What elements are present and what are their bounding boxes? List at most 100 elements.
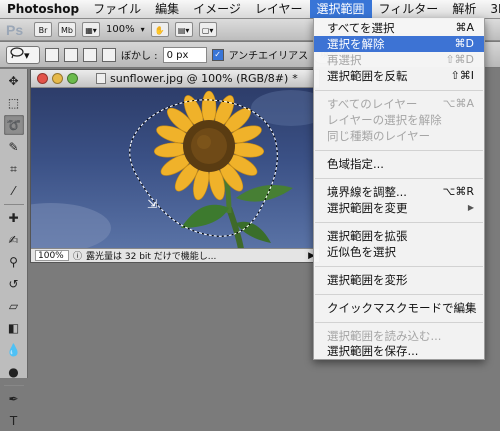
menu-item-label: すべてを選択 — [327, 21, 395, 35]
menu-layer[interactable]: レイヤー — [248, 0, 310, 18]
menu-filter[interactable]: フィルター — [372, 0, 446, 18]
menu-item-label: 近似色を選択 — [327, 245, 396, 259]
menu-file[interactable]: ファイル — [86, 0, 148, 18]
zoom-button[interactable] — [67, 73, 78, 84]
menu-item-label: クイックマスクモードで編集 — [327, 301, 477, 315]
move-icon[interactable]: ✥ — [4, 71, 24, 91]
menu-edit[interactable]: 編集 — [148, 0, 186, 18]
menu-item-shortcut: ⇧⌘D — [445, 53, 474, 66]
mini-bridge-button[interactable]: Mb — [58, 22, 76, 37]
document-titlebar[interactable]: sunflower.jpg @ 100% (RGB/8#) * — [31, 70, 319, 88]
sunflower-photo: ⇲ — [31, 90, 319, 249]
menu-3d[interactable]: 3D — [483, 0, 500, 18]
crop-icon[interactable]: ⌗ — [4, 159, 24, 179]
menu-item-select-all[interactable]: すべてを選択 ⌘A — [314, 20, 484, 36]
lasso-icon[interactable]: ➰ — [3, 115, 24, 135]
zoom-level[interactable]: 100% — [106, 24, 135, 35]
menu-item-label: レイヤーの選択を解除 — [327, 113, 442, 127]
menu-item-shortcut: ⌥⌘R — [442, 185, 474, 198]
menu-photoshop[interactable]: Photoshop — [0, 0, 86, 18]
antialias-label: アンチエイリアス — [228, 51, 309, 62]
brush-icon[interactable]: ✍ — [4, 230, 24, 250]
arrange-documents-button[interactable]: ▤▾ — [174, 22, 193, 37]
intersect-selection-button[interactable] — [102, 47, 116, 62]
eyedropper-icon[interactable]: ⁄ — [4, 181, 24, 201]
history-brush-icon[interactable]: ↺ — [4, 274, 24, 294]
menu-item-shortcut: ⌥⌘A — [442, 97, 474, 110]
screen-mode-button[interactable]: ▢▾ — [198, 22, 217, 37]
feather-label: ぼかし : — [121, 51, 158, 62]
menu-item-similar[interactable]: 近似色を選択 — [314, 244, 484, 260]
blur-icon[interactable]: 💧 — [4, 340, 24, 360]
menu-item-grow[interactable]: 選択範囲を拡張 — [314, 228, 484, 244]
menu-item-refine-edge[interactable]: 境界線を調整... ⌥⌘R — [314, 184, 484, 200]
chevron-down-icon[interactable]: ▾ — [141, 25, 145, 34]
menu-item-reselect: 再選択 ⇧⌘D — [314, 52, 484, 68]
menu-item-shortcut: ⌘A — [455, 21, 474, 34]
marquee-icon[interactable]: ⬚ — [4, 93, 24, 113]
modified-mark: * — [292, 72, 298, 85]
pen-icon[interactable]: ✒ — [4, 389, 24, 409]
menu-divider — [315, 150, 483, 151]
new-selection-button[interactable] — [45, 47, 59, 62]
antialias-checkbox[interactable]: ✓ — [211, 48, 224, 61]
quick-select-icon[interactable]: ✎ — [4, 137, 24, 157]
gradient-icon[interactable]: ◧ — [4, 318, 24, 338]
stamp-icon[interactable]: ⚲ — [4, 252, 24, 272]
menu-item-deselect[interactable]: 選択を解除 ⌘D — [314, 36, 484, 52]
menu-item-label: 色域指定... — [327, 157, 384, 171]
menu-item-similar-layers: 同じ種類のレイヤー — [314, 128, 484, 144]
subtract-selection-button[interactable] — [83, 47, 97, 62]
healing-icon[interactable]: ✚ — [4, 208, 24, 228]
document-statusbar: 100% ⓘ 露光量は 32 bit だけで機能し... ▶ — [31, 248, 319, 262]
submenu-arrow-icon: ▶ — [467, 203, 474, 212]
document-title: sunflower.jpg @ 100% (RGB/8#) — [110, 72, 289, 85]
type-icon[interactable]: T — [4, 411, 24, 431]
menu-divider — [315, 294, 483, 295]
menu-image[interactable]: イメージ — [186, 0, 248, 18]
menu-item-quick-mask[interactable]: クイックマスクモードで編集 — [314, 300, 484, 316]
menu-item-modify[interactable]: 選択範囲を変更 ▶ — [314, 200, 484, 216]
document-window: sunflower.jpg @ 100% (RGB/8#) * ⇲ 100% ⓘ… — [30, 69, 320, 263]
zoom-field[interactable]: 100% — [35, 250, 69, 261]
image-canvas[interactable]: ⇲ — [31, 88, 319, 249]
menu-item-label: 選択範囲を変形 — [327, 273, 408, 287]
menu-select[interactable]: 選択範囲 — [309, 0, 372, 18]
svg-text:⇲: ⇲ — [147, 197, 157, 211]
feather-input[interactable]: 0 px — [162, 46, 207, 63]
menubar: Photoshop ファイル 編集 イメージ レイヤー 選択範囲 フィルター 解… — [0, 0, 500, 19]
info-icon[interactable]: ⓘ — [73, 249, 82, 262]
lasso-icon — [10, 46, 24, 58]
menu-item-transform-selection[interactable]: 選択範囲を変形 — [314, 272, 484, 288]
menu-divider — [315, 90, 483, 91]
menu-item-load-selection: 選択範囲を読み込む... — [314, 328, 484, 344]
tool-preset-picker[interactable]: ▾ — [6, 45, 40, 64]
dodge-icon[interactable]: ● — [4, 362, 24, 382]
menu-item-save-selection[interactable]: 選択範囲を保存... — [314, 343, 484, 359]
menu-item-label: 選択範囲を反転 — [327, 69, 408, 83]
menu-divider — [315, 222, 483, 223]
menu-item-label: 選択を解除 — [327, 37, 385, 51]
menu-item-color-range[interactable]: 色域指定... — [314, 156, 484, 172]
menu-item-label: 選択範囲を変更 — [327, 201, 408, 215]
status-text: 露光量は 32 bit だけで機能し... — [86, 252, 217, 262]
view-extras-button[interactable]: ▦▾ — [82, 22, 100, 37]
menu-item-label: 選択範囲を読み込む... — [327, 329, 442, 343]
menu-divider — [315, 322, 483, 323]
menu-item-label: 同じ種類のレイヤー — [327, 129, 431, 143]
eraser-icon[interactable]: ▱ — [4, 296, 24, 316]
menu-divider — [315, 178, 483, 179]
select-menu-dropdown: すべてを選択 ⌘A 選択を解除 ⌘D 再選択 ⇧⌘D 選択範囲を反転 ⇧⌘I す… — [313, 18, 485, 360]
menu-item-inverse[interactable]: 選択範囲を反転 ⇧⌘I — [314, 68, 484, 84]
document-icon — [96, 73, 106, 84]
close-button[interactable] — [37, 73, 48, 84]
add-selection-button[interactable] — [64, 47, 78, 62]
menu-item-label: 再選択 — [327, 53, 362, 67]
bridge-button[interactable]: Br — [34, 22, 52, 37]
menu-item-label: 選択範囲を保存... — [327, 344, 419, 358]
menu-analysis[interactable]: 解析 — [445, 0, 483, 18]
menu-item-deselect-layers: レイヤーの選択を解除 — [314, 112, 484, 128]
menu-item-shortcut: ⌘D — [454, 37, 474, 50]
hand-tool-button[interactable]: ✋ — [150, 22, 169, 37]
minimize-button[interactable] — [52, 73, 63, 84]
